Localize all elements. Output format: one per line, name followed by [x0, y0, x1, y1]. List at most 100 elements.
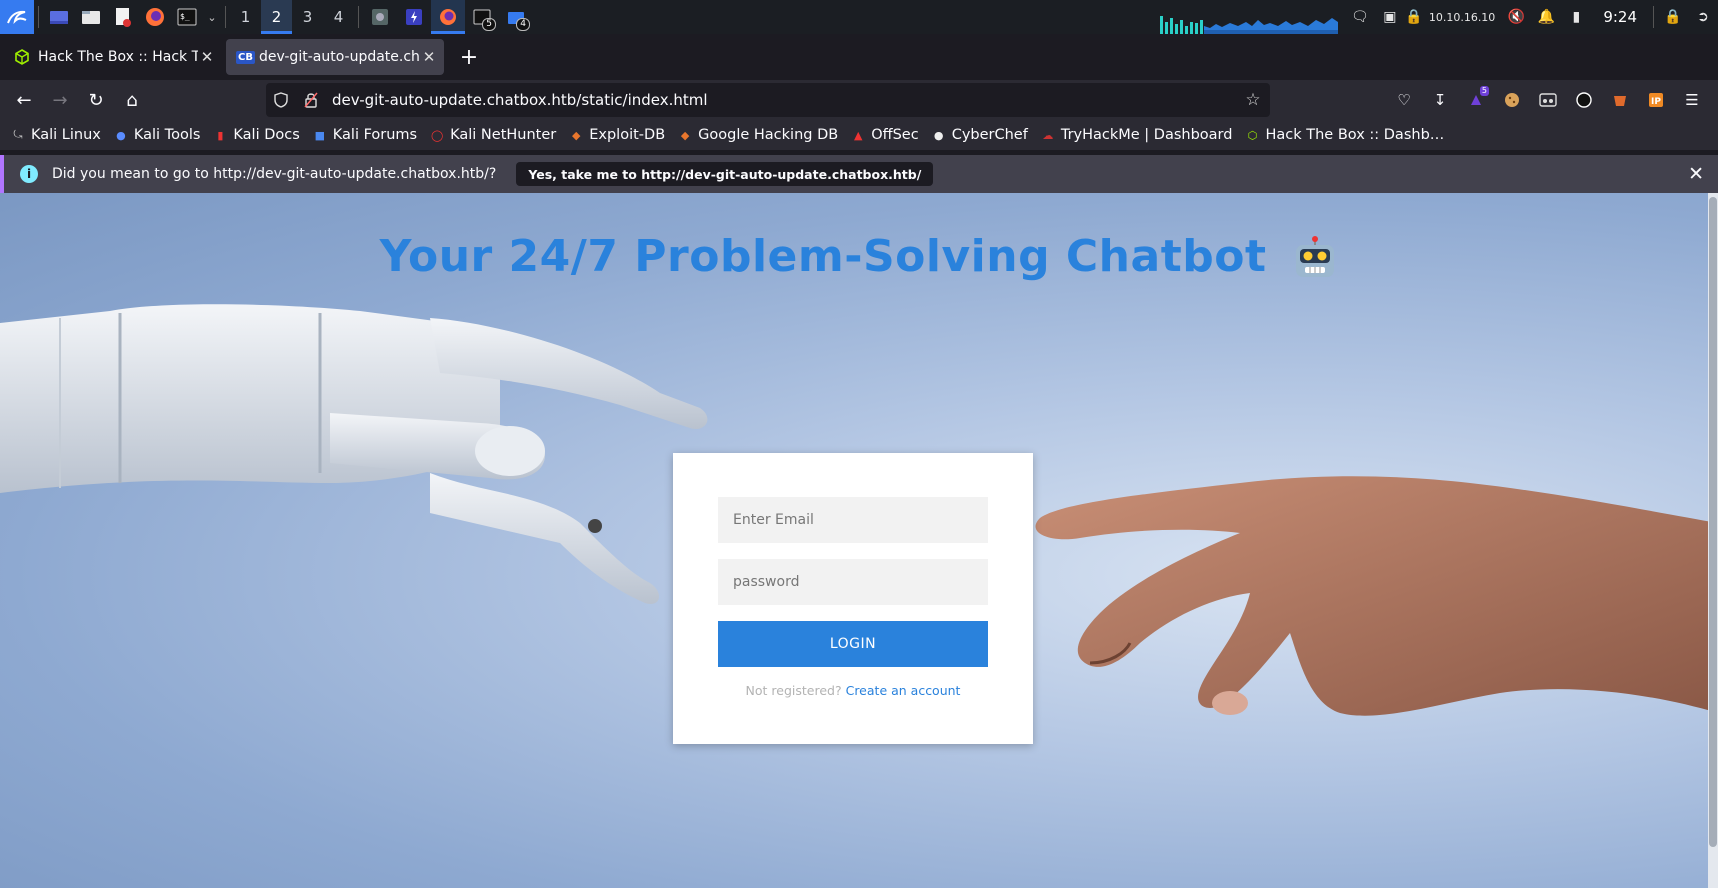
- close-icon[interactable]: ✕: [420, 48, 438, 66]
- url-bar[interactable]: dev-git-auto-update.chatbox.htb/static/i…: [266, 83, 1270, 117]
- bookmark-kali-linux[interactable]: ⤿ Kali Linux: [10, 127, 100, 143]
- bookmark-label: OffSec: [871, 127, 919, 143]
- tab-title: dev-git-auto-update.chatbox.htb/static/i…: [258, 49, 420, 65]
- bookmark-label: Google Hacking DB: [698, 127, 839, 143]
- system-tray: 🗨 ▣ 🔒 10.10.16.10 🔇 🔔 ▮ 9:24 🔒 ➲: [1345, 0, 1718, 34]
- panel-separator: [225, 6, 226, 28]
- tab-chatbox[interactable]: CB dev-git-auto-update.chatbox.htb/stati…: [226, 39, 444, 75]
- bell-icon[interactable]: 🔔: [1531, 0, 1561, 34]
- tab-title: Hack The Box :: Hack The Box: [38, 49, 198, 65]
- workspace-1[interactable]: 1: [230, 0, 261, 34]
- password-field[interactable]: [718, 559, 988, 605]
- bookmark-tryhackme[interactable]: ☁ TryHackMe | Dashboard: [1040, 127, 1232, 143]
- clock[interactable]: 9:24: [1591, 8, 1649, 26]
- offsec-icon: ▲: [853, 128, 863, 142]
- cookie-icon[interactable]: [1494, 84, 1530, 116]
- browser-tab-strip: Hack The Box :: Hack The Box ✕ CB dev-gi…: [0, 34, 1718, 96]
- panel-separator: [358, 6, 359, 28]
- svg-text:$_: $_: [180, 12, 190, 21]
- vpn-icon[interactable]: 🔒: [1405, 0, 1423, 34]
- task-count-badge: 4: [516, 18, 530, 31]
- kali-menu-icon[interactable]: [0, 0, 34, 34]
- scrollbar-thumb[interactable]: [1709, 197, 1717, 847]
- chevron-down-icon[interactable]: ⌄: [203, 0, 221, 34]
- new-tab-button[interactable]: +: [454, 42, 484, 72]
- terminal-launcher-icon[interactable]: $_: [171, 0, 203, 34]
- bookmark-hackthebox[interactable]: ⬡ Hack The Box :: Dashb…: [1244, 127, 1445, 143]
- login-button[interactable]: LOGIN: [718, 621, 988, 667]
- task-firefox-icon[interactable]: [431, 0, 465, 34]
- bookmark-kali-docs[interactable]: ▮ Kali Docs: [212, 127, 299, 143]
- workspace-2[interactable]: 2: [261, 0, 292, 34]
- workspace-4[interactable]: 4: [323, 0, 354, 34]
- close-icon[interactable]: ✕: [198, 48, 216, 66]
- create-account-link[interactable]: Create an account: [846, 683, 961, 698]
- robot-face-icon: [1296, 236, 1335, 277]
- bookmark-cyberchef[interactable]: ● CyberChef: [931, 127, 1028, 143]
- bookmark-label: Kali NetHunter: [450, 127, 557, 143]
- reload-button[interactable]: ↻: [78, 84, 114, 116]
- panel-separator: [1653, 6, 1654, 28]
- register-prompt: Not registered? Create an account: [673, 683, 1033, 698]
- svg-text:IP: IP: [1651, 97, 1661, 107]
- htb-cube-icon: ⬡: [1247, 128, 1258, 142]
- logout-icon[interactable]: ➲: [1688, 0, 1718, 34]
- tryhackme-icon: ☁: [1042, 128, 1054, 142]
- tab-hackthebox[interactable]: Hack The Box :: Hack The Box ✕: [4, 39, 222, 75]
- headline-text: Your 24/7 Problem-Solving Chatbot: [379, 231, 1267, 282]
- bookmark-kali-forums[interactable]: ■ Kali Forums: [312, 127, 418, 143]
- task-folder-icon[interactable]: 4: [499, 0, 533, 34]
- kali-docs-icon: ▮: [217, 128, 224, 142]
- workspace-3[interactable]: 3: [292, 0, 323, 34]
- bookmark-label: Kali Tools: [133, 127, 201, 143]
- task-terminal-icon[interactable]: 5: [465, 0, 499, 34]
- downloads-icon[interactable]: ↧: [1422, 84, 1458, 116]
- foxyproxy-icon[interactable]: [1602, 84, 1638, 116]
- show-desktop-icon[interactable]: [43, 0, 75, 34]
- file-manager-icon[interactable]: [75, 0, 107, 34]
- kali-forums-icon: ■: [314, 128, 325, 142]
- volume-muted-icon[interactable]: 🔇: [1501, 0, 1531, 34]
- extension-icon[interactable]: 5: [1458, 84, 1494, 116]
- ip-extension-icon[interactable]: IP: [1638, 84, 1674, 116]
- home-button[interactable]: ⌂: [114, 84, 150, 116]
- bookmark-kali-tools[interactable]: ● Kali Tools: [113, 127, 201, 143]
- firefox-launcher-icon[interactable]: [139, 0, 171, 34]
- bookmark-kali-nethunter[interactable]: ◯ Kali NetHunter: [429, 127, 556, 143]
- battery-icon[interactable]: ▮: [1561, 0, 1591, 34]
- reader-icon[interactable]: [1530, 84, 1566, 116]
- nethunter-icon: ◯: [430, 128, 444, 142]
- ghdb-icon: ◆: [680, 128, 690, 142]
- menu-icon[interactable]: ☰: [1674, 84, 1710, 116]
- forward-button[interactable]: →: [42, 84, 78, 116]
- network-monitor-graph: [1160, 16, 1338, 34]
- shield-icon[interactable]: [266, 92, 296, 108]
- email-field[interactable]: [718, 497, 988, 543]
- close-icon[interactable]: ✕: [1688, 163, 1704, 185]
- bookmark-label: Kali Docs: [233, 127, 300, 143]
- lock-icon[interactable]: 🔒: [1658, 0, 1688, 34]
- task-app-icon[interactable]: [363, 0, 397, 34]
- bookmark-label: Exploit-DB: [589, 127, 666, 143]
- task-burp-icon[interactable]: [397, 0, 431, 34]
- page-scrollbar[interactable]: [1708, 193, 1718, 888]
- bookmark-exploit-db[interactable]: ◆ Exploit-DB: [568, 127, 665, 143]
- insecure-lock-icon[interactable]: [296, 92, 326, 108]
- pocket-icon[interactable]: ♡: [1386, 84, 1422, 116]
- url-suggestion-notification: i Did you mean to go to http://dev-git-a…: [0, 155, 1718, 193]
- window-icon[interactable]: ▣: [1375, 0, 1405, 34]
- cyberchef-icon: ●: [933, 128, 944, 142]
- chat-icon[interactable]: 🗨: [1345, 0, 1375, 34]
- bookmark-google-hacking-db[interactable]: ◆ Google Hacking DB: [677, 127, 838, 143]
- take-me-button[interactable]: Yes, take me to http://dev-git-auto-upda…: [516, 162, 934, 186]
- chatbox-favicon: CB: [236, 50, 255, 64]
- bookmark-offsec[interactable]: ▲ OffSec: [850, 127, 919, 143]
- back-button[interactable]: ←: [6, 84, 42, 116]
- text-editor-icon[interactable]: [107, 0, 139, 34]
- task-count-badge: 5: [482, 18, 496, 31]
- ip-address: 10.10.16.10: [1428, 10, 1496, 24]
- circle-extension-icon[interactable]: [1566, 84, 1602, 116]
- bookmark-star-icon[interactable]: ☆: [1236, 90, 1270, 110]
- htb-cube-icon: [15, 49, 29, 65]
- bookmarks-toolbar: ⤿ Kali Linux ● Kali Tools ▮ Kali Docs ■ Kali…: [0, 120, 1718, 150]
